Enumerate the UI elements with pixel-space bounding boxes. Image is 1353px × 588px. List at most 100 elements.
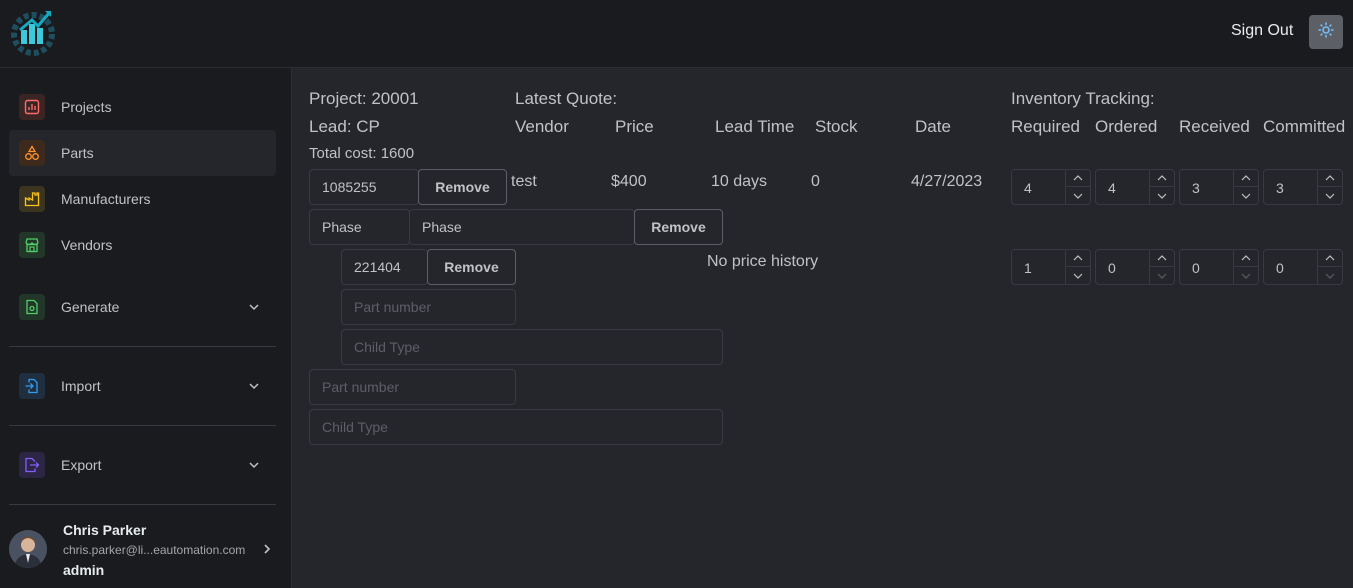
- user-email: chris.parker@li...eautomation.com: [63, 543, 246, 557]
- phase-name-input[interactable]: Phase: [409, 209, 635, 245]
- chevron-up-icon[interactable]: [1234, 250, 1258, 267]
- stepper-value: 4: [1108, 180, 1116, 196]
- sidebar-item-parts[interactable]: Parts: [9, 130, 276, 176]
- file-import-icon: [19, 373, 45, 399]
- quote-price: $400: [611, 173, 647, 190]
- chevron-up-icon[interactable]: [1318, 250, 1342, 267]
- col-committed: Committed: [1263, 117, 1346, 136]
- user-name: Chris Parker: [63, 522, 147, 538]
- file-gear-icon: [19, 294, 45, 320]
- col-required: Required: [1011, 117, 1080, 136]
- remove-phase-button[interactable]: Remove: [634, 209, 723, 245]
- sidebar-item-label: Vendors: [61, 237, 113, 253]
- chevron-down-icon[interactable]: [1066, 187, 1090, 204]
- sidebar-item-import[interactable]: Import: [9, 363, 276, 409]
- quote-stock: 0: [811, 173, 820, 190]
- col-ordered: Ordered: [1095, 117, 1158, 136]
- shapes-icon: [19, 140, 45, 166]
- sidebar-item-label: Import: [61, 378, 101, 394]
- user-role: admin: [63, 562, 105, 578]
- chevron-down-icon[interactable]: [1150, 267, 1174, 284]
- ordered-stepper[interactable]: 0: [1095, 249, 1175, 285]
- remove-part-button[interactable]: Remove: [418, 169, 507, 205]
- project-title: Project: 20001: [309, 89, 419, 108]
- app-header: Sign Out: [0, 0, 1353, 68]
- store-icon: [19, 232, 45, 258]
- chart-icon: [19, 94, 45, 120]
- latest-quote-heading: Latest Quote:: [515, 89, 618, 108]
- sidebar-item-label: Parts: [61, 145, 94, 161]
- stepper-value: 0: [1192, 260, 1200, 276]
- committed-stepper[interactable]: 3: [1263, 169, 1343, 205]
- sidebar-item-export[interactable]: Export: [9, 442, 276, 488]
- chevron-up-icon[interactable]: [1066, 170, 1090, 187]
- phase-input[interactable]: Phase: [309, 209, 410, 245]
- sidebar-item-label: Export: [61, 457, 102, 473]
- chevron-up-icon[interactable]: [1234, 170, 1258, 187]
- child-part-number-field[interactable]: Part number: [341, 289, 516, 325]
- received-stepper[interactable]: 0: [1179, 249, 1259, 285]
- theme-toggle-button[interactable]: [1309, 15, 1343, 49]
- sidebar-item-generate[interactable]: Generate: [9, 284, 276, 330]
- chevron-down-icon: [247, 300, 261, 314]
- sign-out-button[interactable]: Sign Out: [1231, 22, 1293, 40]
- chevron-right-icon: [261, 542, 273, 554]
- required-stepper[interactable]: 1: [1011, 249, 1091, 285]
- gauge-gear-logo[interactable]: [8, 8, 58, 56]
- sidebar-item-label: Generate: [61, 299, 120, 315]
- sidebar: Projects Parts Manufacturers Vendors Gen…: [0, 68, 292, 588]
- total-cost: Total cost: 1600: [309, 145, 415, 162]
- avatar: [9, 530, 47, 568]
- chevron-down-icon[interactable]: [1234, 187, 1258, 204]
- part-number-field[interactable]: Part number: [309, 369, 516, 405]
- stepper-value: 0: [1276, 260, 1284, 276]
- stepper-value: 3: [1192, 180, 1200, 196]
- sidebar-divider: [9, 346, 276, 347]
- ordered-stepper[interactable]: 4: [1095, 169, 1175, 205]
- quote-date: 4/27/2023: [911, 173, 983, 190]
- col-vendor: Vendor: [515, 117, 569, 136]
- child-part-number-input[interactable]: 221404: [341, 249, 428, 285]
- chevron-down-icon: [247, 458, 261, 472]
- sidebar-item-vendors[interactable]: Vendors: [9, 222, 276, 268]
- stepper-value: 4: [1024, 180, 1032, 196]
- received-stepper[interactable]: 3: [1179, 169, 1259, 205]
- remove-child-part-button[interactable]: Remove: [427, 249, 516, 285]
- sidebar-divider: [9, 504, 276, 505]
- sidebar-item-label: Manufacturers: [61, 191, 151, 207]
- chevron-down-icon: [247, 379, 261, 393]
- sidebar-item-projects[interactable]: Projects: [9, 84, 276, 130]
- chevron-down-icon[interactable]: [1318, 187, 1342, 204]
- stepper-value: 3: [1276, 180, 1284, 196]
- committed-stepper[interactable]: 0: [1263, 249, 1343, 285]
- file-export-icon: [19, 452, 45, 478]
- chevron-up-icon[interactable]: [1150, 250, 1174, 267]
- col-lead-time: Lead Time: [715, 117, 795, 136]
- sidebar-item-label: Projects: [61, 99, 112, 115]
- chevron-down-icon[interactable]: [1066, 267, 1090, 284]
- chevron-down-icon[interactable]: [1234, 267, 1258, 284]
- col-price: Price: [615, 117, 654, 136]
- chevron-up-icon[interactable]: [1318, 170, 1342, 187]
- required-stepper[interactable]: 4: [1011, 169, 1091, 205]
- col-received: Received: [1179, 117, 1250, 136]
- quote-vendor: test: [511, 173, 537, 190]
- chevron-up-icon[interactable]: [1150, 170, 1174, 187]
- user-profile[interactable]: Chris Parker chris.parker@li...eautomati…: [9, 516, 276, 580]
- col-stock: Stock: [815, 117, 858, 136]
- chevron-down-icon[interactable]: [1318, 267, 1342, 284]
- chevron-up-icon[interactable]: [1066, 250, 1090, 267]
- sidebar-divider: [9, 425, 276, 426]
- sidebar-item-manufacturers[interactable]: Manufacturers: [9, 176, 276, 222]
- stepper-value: 0: [1108, 260, 1116, 276]
- sun-icon: [1318, 21, 1334, 43]
- child-type-field[interactable]: Child Type: [309, 409, 723, 445]
- chevron-down-icon[interactable]: [1150, 187, 1174, 204]
- no-price-history: No price history: [707, 253, 819, 270]
- child-type-field[interactable]: Child Type: [341, 329, 723, 365]
- part-number-input[interactable]: 1085255: [309, 169, 419, 205]
- project-lead: Lead: CP: [309, 117, 380, 136]
- stepper-value: 1: [1024, 260, 1032, 276]
- factory-icon: [19, 186, 45, 212]
- inventory-tracking-heading: Inventory Tracking:: [1011, 89, 1155, 108]
